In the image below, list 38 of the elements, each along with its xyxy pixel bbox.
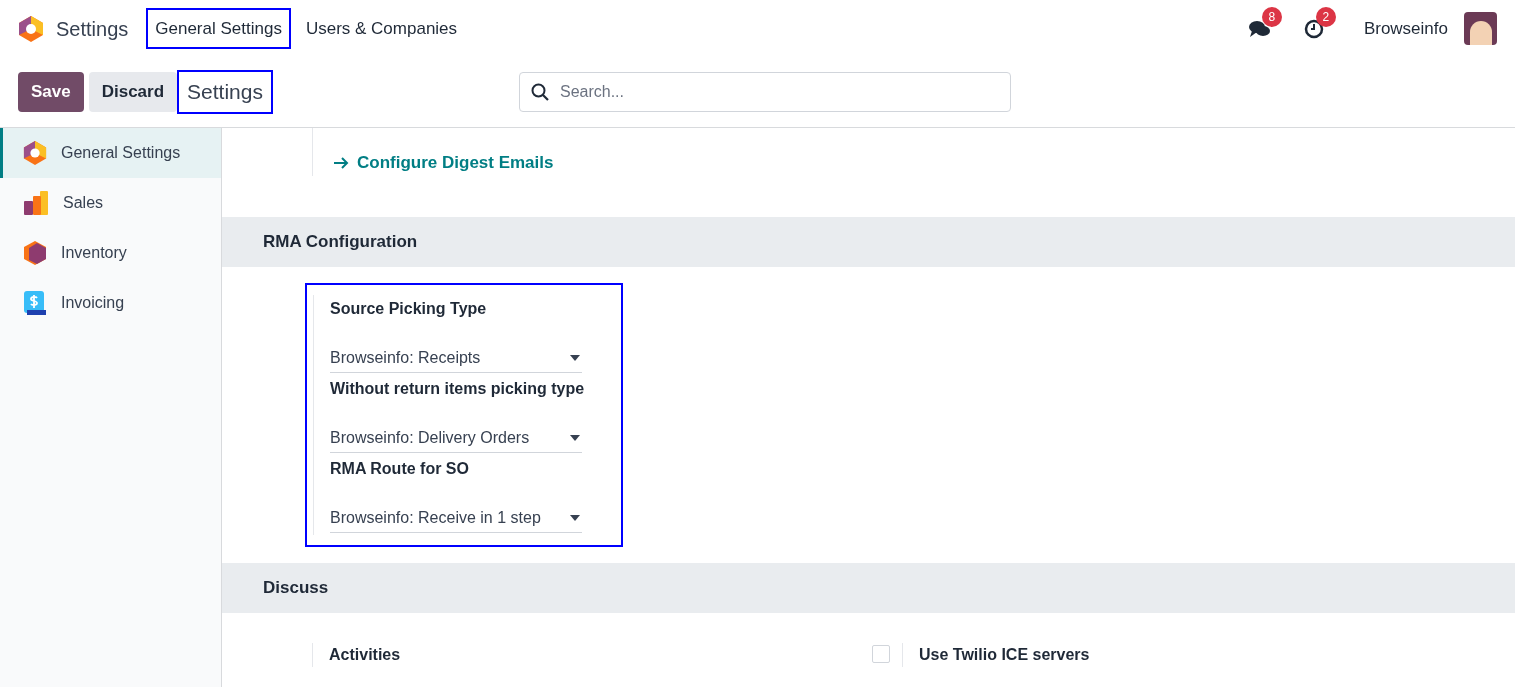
breadcrumb: Settings	[177, 70, 273, 114]
user-name[interactable]: Browseinfo	[1363, 15, 1448, 42]
field-label: Use Twilio ICE servers	[919, 645, 1090, 665]
hexagon-logo-icon	[18, 14, 44, 43]
cube-icon	[23, 240, 47, 266]
select-field[interactable]: Browseinfo: Delivery Orders	[330, 423, 582, 453]
notification-badge: 8	[1261, 6, 1282, 27]
checkbox[interactable]	[872, 645, 890, 663]
section-header: RMA Configuration	[222, 217, 1515, 267]
bar-chart-icon	[23, 190, 49, 216]
invoice-icon	[23, 290, 47, 316]
select-field[interactable]: Browseinfo: Receive in 1 step	[330, 503, 582, 533]
menu-link[interactable]: General Settings	[146, 7, 291, 50]
arrow-icon	[333, 155, 349, 170]
sidebar-item[interactable]: Inventory	[0, 228, 221, 278]
section-header: Discuss	[222, 563, 1515, 613]
caret-icon	[570, 434, 580, 441]
hexagon-icon	[23, 140, 47, 166]
app-title[interactable]: Settings	[56, 13, 129, 44]
menu-link[interactable]: Users & Companies	[296, 7, 467, 50]
digest-emails-link[interactable]: Configure Digest Emails	[333, 150, 554, 176]
sidebar-item[interactable]: Sales	[0, 178, 221, 228]
notification-badge: 2	[1315, 6, 1336, 27]
search-icon	[530, 83, 549, 101]
field-label: RMA Route for SO	[330, 459, 470, 479]
select-field[interactable]: Browseinfo: Receipts	[330, 343, 582, 373]
field-label: Activities	[329, 645, 402, 665]
avatar[interactable]	[1464, 12, 1497, 45]
sidebar-item[interactable]: General Settings	[0, 128, 221, 178]
field-label: Without return items picking type	[330, 379, 586, 399]
sidebar-item[interactable]: Invoicing	[0, 278, 221, 328]
field-label: Source Picking Type	[330, 299, 488, 319]
clock-icon[interactable]	[1303, 18, 1324, 39]
caret-icon	[570, 354, 580, 361]
caret-icon	[570, 514, 580, 521]
discard-button[interactable]: Discard	[88, 72, 178, 112]
save-button[interactable]: Save	[18, 72, 84, 112]
search-field[interactable]: Search...	[518, 72, 1011, 112]
